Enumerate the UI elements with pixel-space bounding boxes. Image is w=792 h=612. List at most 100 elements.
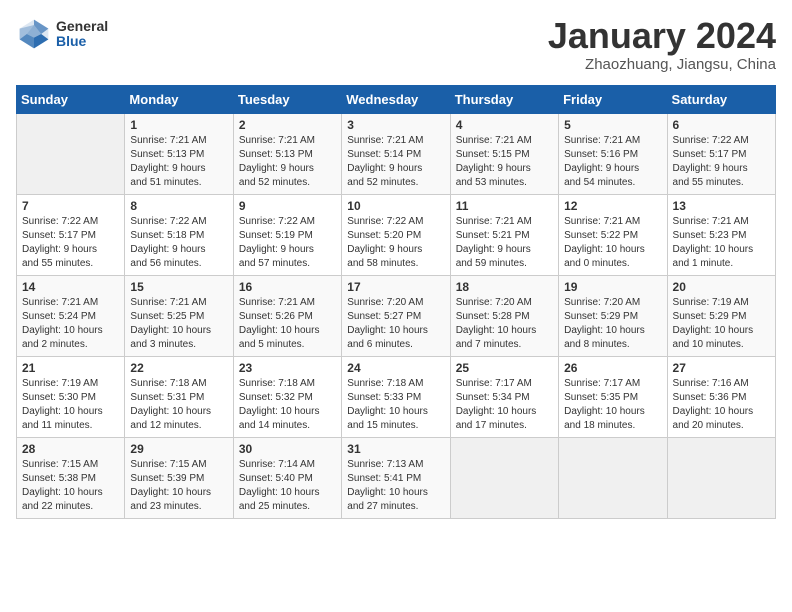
day-number: 27 [673, 361, 770, 375]
day-info: Sunrise: 7:22 AMSunset: 5:18 PMDaylight:… [130, 215, 227, 271]
calendar-cell [17, 113, 125, 194]
calendar-cell: 15 Sunrise: 7:21 AMSunset: 5:25 PMDayligh… [125, 275, 233, 356]
day-number: 5 [564, 118, 661, 132]
day-info: Sunrise: 7:21 AMSunset: 5:13 PMDaylight:… [130, 134, 227, 190]
weekday-header-thursday: Thursday [450, 85, 558, 113]
calendar-cell: 22Sunrise: 7:18 AMSunset: 5:31 PMDayligh… [125, 356, 233, 437]
day-info: Sunrise: 7:22 AMSunset: 5:19 PMDaylight:… [239, 215, 336, 271]
calendar-cell: 19 Sunrise: 7:20 AMSunset: 5:29 PMDayligh… [559, 275, 667, 356]
calendar-cell: 7 Sunrise: 7:22 AMSunset: 5:17 PMDaylight… [17, 194, 125, 275]
day-info: Sunrise: 7:21 AMSunset: 5:14 PMDaylight:… [347, 134, 444, 190]
week-row-4: 21 Sunrise: 7:19 AMSunset: 5:30 PMDayligh… [17, 356, 776, 437]
day-info: Sunrise: 7:17 AMSunset: 5:35 PMDaylight:… [564, 377, 661, 433]
day-info: Sunrise: 7:21 AMSunset: 5:24 PMDaylight:… [22, 296, 119, 352]
day-number: 14 [22, 280, 119, 294]
logo-general: General [56, 19, 108, 34]
day-number: 19 [564, 280, 661, 294]
day-info: Sunrise: 7:14 AMSunset: 5:40 PMDaylight:… [239, 458, 336, 514]
day-info: Sunrise: 7:21 AMSunset: 5:26 PMDaylight:… [239, 296, 336, 352]
day-number: 9 [239, 199, 336, 213]
calendar-cell [450, 437, 558, 518]
page-header: General Blue January 2024 Zhaozhuang, Ji… [16, 16, 776, 73]
weekday-header-wednesday: Wednesday [342, 85, 450, 113]
weekday-header-saturday: Saturday [667, 85, 775, 113]
calendar-cell: 9 Sunrise: 7:22 AMSunset: 5:19 PMDaylight… [233, 194, 341, 275]
day-info: Sunrise: 7:21 AMSunset: 5:15 PMDaylight:… [456, 134, 553, 190]
day-info: Sunrise: 7:22 AMSunset: 5:20 PMDaylight:… [347, 215, 444, 271]
day-info: Sunrise: 7:21 AMSunset: 5:16 PMDaylight:… [564, 134, 661, 190]
day-info: Sunrise: 7:20 AMSunset: 5:27 PMDaylight:… [347, 296, 444, 352]
calendar-cell: 29 Sunrise: 7:15 AMSunset: 5:39 PMDayligh… [125, 437, 233, 518]
day-info: Sunrise: 7:13 AMSunset: 5:41 PMDaylight:… [347, 458, 444, 514]
calendar-cell: 10 Sunrise: 7:22 AMSunset: 5:20 PMDayligh… [342, 194, 450, 275]
day-number: 12 [564, 199, 661, 213]
month-title: January 2024 [548, 16, 776, 56]
calendar-cell: 31Sunrise: 7:13 AMSunset: 5:41 PMDayligh… [342, 437, 450, 518]
day-number: 21 [22, 361, 119, 375]
logo: General Blue [16, 16, 108, 52]
calendar-cell: 14 Sunrise: 7:21 AMSunset: 5:24 PMDayligh… [17, 275, 125, 356]
calendar-cell [667, 437, 775, 518]
day-number: 30 [239, 442, 336, 456]
calendar-cell: 24 Sunrise: 7:18 AMSunset: 5:33 PMDayligh… [342, 356, 450, 437]
day-info: Sunrise: 7:15 AMSunset: 5:38 PMDaylight:… [22, 458, 119, 514]
day-number: 24 [347, 361, 444, 375]
day-info: Sunrise: 7:21 AMSunset: 5:13 PMDaylight:… [239, 134, 336, 190]
day-info: Sunrise: 7:17 AMSunset: 5:34 PMDaylight:… [456, 377, 553, 433]
calendar-cell: 20Sunrise: 7:19 AMSunset: 5:29 PMDayligh… [667, 275, 775, 356]
day-number: 18 [456, 280, 553, 294]
calendar-cell: 17 Sunrise: 7:20 AMSunset: 5:27 PMDayligh… [342, 275, 450, 356]
day-info: Sunrise: 7:21 AMSunset: 5:23 PMDaylight:… [673, 215, 770, 271]
day-number: 1 [130, 118, 227, 132]
calendar-cell: 28 Sunrise: 7:15 AMSunset: 5:38 PMDayligh… [17, 437, 125, 518]
calendar-cell: 8 Sunrise: 7:22 AMSunset: 5:18 PMDaylight… [125, 194, 233, 275]
day-number: 3 [347, 118, 444, 132]
calendar-cell: 13 Sunrise: 7:21 AMSunset: 5:23 PMDayligh… [667, 194, 775, 275]
day-number: 11 [456, 199, 553, 213]
day-info: Sunrise: 7:21 AMSunset: 5:25 PMDaylight:… [130, 296, 227, 352]
day-number: 16 [239, 280, 336, 294]
day-number: 7 [22, 199, 119, 213]
calendar-table: SundayMondayTuesdayWednesdayThursdayFrid… [16, 85, 776, 519]
day-info: Sunrise: 7:19 AMSunset: 5:29 PMDaylight:… [673, 296, 770, 352]
logo-icon [16, 16, 52, 52]
day-number: 25 [456, 361, 553, 375]
day-info: Sunrise: 7:22 AMSunset: 5:17 PMDaylight:… [673, 134, 770, 190]
title-block: January 2024 Zhaozhuang, Jiangsu, China [548, 16, 776, 73]
day-number: 2 [239, 118, 336, 132]
day-number: 4 [456, 118, 553, 132]
day-info: Sunrise: 7:19 AMSunset: 5:30 PMDaylight:… [22, 377, 119, 433]
weekday-header-tuesday: Tuesday [233, 85, 341, 113]
calendar-cell: 11 Sunrise: 7:21 AMSunset: 5:21 PMDayligh… [450, 194, 558, 275]
day-number: 28 [22, 442, 119, 456]
day-number: 17 [347, 280, 444, 294]
day-info: Sunrise: 7:20 AMSunset: 5:29 PMDaylight:… [564, 296, 661, 352]
day-number: 13 [673, 199, 770, 213]
day-number: 29 [130, 442, 227, 456]
day-number: 10 [347, 199, 444, 213]
calendar-cell: 30 Sunrise: 7:14 AMSunset: 5:40 PMDayligh… [233, 437, 341, 518]
calendar-cell: 6Sunrise: 7:22 AMSunset: 5:17 PMDaylight… [667, 113, 775, 194]
week-row-5: 28 Sunrise: 7:15 AMSunset: 5:38 PMDayligh… [17, 437, 776, 518]
calendar-cell: 27Sunrise: 7:16 AMSunset: 5:36 PMDayligh… [667, 356, 775, 437]
location: Zhaozhuang, Jiangsu, China [548, 56, 776, 73]
week-row-3: 14 Sunrise: 7:21 AMSunset: 5:24 PMDayligh… [17, 275, 776, 356]
calendar-cell: 23Sunrise: 7:18 AMSunset: 5:32 PMDayligh… [233, 356, 341, 437]
day-info: Sunrise: 7:15 AMSunset: 5:39 PMDaylight:… [130, 458, 227, 514]
calendar-cell [559, 437, 667, 518]
day-number: 8 [130, 199, 227, 213]
calendar-cell: 12Sunrise: 7:21 AMSunset: 5:22 PMDayligh… [559, 194, 667, 275]
logo-blue: Blue [56, 34, 108, 49]
day-info: Sunrise: 7:20 AMSunset: 5:28 PMDaylight:… [456, 296, 553, 352]
calendar-cell: 16 Sunrise: 7:21 AMSunset: 5:26 PMDayligh… [233, 275, 341, 356]
week-row-1: 1 Sunrise: 7:21 AMSunset: 5:13 PMDaylight… [17, 113, 776, 194]
day-info: Sunrise: 7:18 AMSunset: 5:32 PMDaylight:… [239, 377, 336, 433]
day-info: Sunrise: 7:21 AMSunset: 5:21 PMDaylight:… [456, 215, 553, 271]
logo-text: General Blue [56, 19, 108, 50]
day-info: Sunrise: 7:22 AMSunset: 5:17 PMDaylight:… [22, 215, 119, 271]
day-number: 15 [130, 280, 227, 294]
week-row-2: 7 Sunrise: 7:22 AMSunset: 5:17 PMDaylight… [17, 194, 776, 275]
day-info: Sunrise: 7:18 AMSunset: 5:31 PMDaylight:… [130, 377, 227, 433]
day-info: Sunrise: 7:18 AMSunset: 5:33 PMDaylight:… [347, 377, 444, 433]
calendar-cell: 2 Sunrise: 7:21 AMSunset: 5:13 PMDaylight… [233, 113, 341, 194]
